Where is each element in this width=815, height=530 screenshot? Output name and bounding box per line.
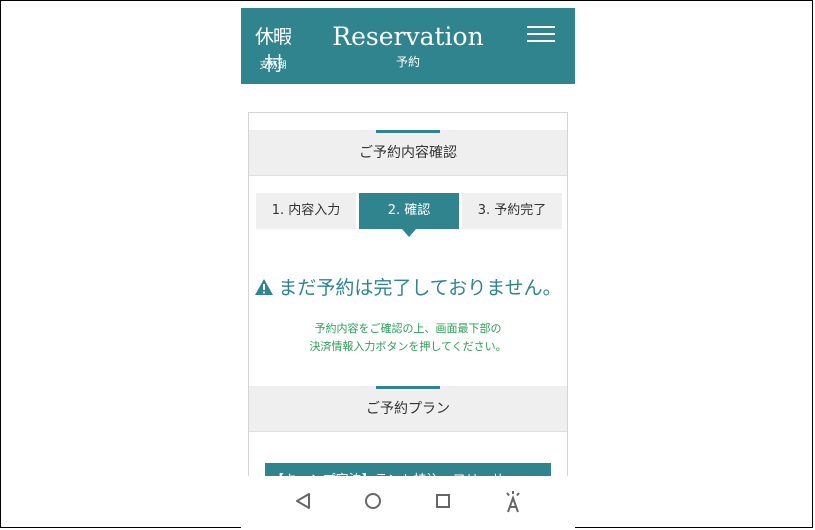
back-triangle-icon[interactable] — [290, 488, 316, 514]
accessibility-icon[interactable] — [500, 488, 526, 514]
step-complete: 3. 予約完了 — [462, 193, 562, 229]
site-header: 休暇村 支笏湖 Reservation 予約 — [241, 8, 575, 84]
note-line: 決済情報入力ボタンを押してください。 — [309, 340, 507, 353]
active-step-arrow — [402, 229, 416, 237]
page-subtitle: 予約 — [395, 55, 420, 69]
reservation-card: ご予約内容確認 1. 内容入力 2. 確認 3. 予約完了 まだ予約は完了してお… — [248, 112, 568, 499]
warning-text: まだ予約は完了しておりません。 — [278, 277, 562, 299]
note-line: 予約内容をご確認の上、画面最下部の — [314, 322, 502, 335]
step-input: 1. 内容入力 — [256, 193, 356, 229]
section-accent-line — [376, 386, 440, 389]
android-nav-bar — [241, 476, 575, 530]
section-accent-line — [376, 130, 440, 133]
step-label: 3. 予約完了 — [477, 203, 547, 218]
logo-subtext: 支笏湖 — [259, 61, 287, 71]
recents-square-icon[interactable] — [430, 488, 456, 514]
plan-section-header: ご予約プラン — [249, 386, 567, 432]
step-confirm: 2. 確認 — [359, 193, 459, 237]
home-circle-icon[interactable] — [360, 488, 386, 514]
confirm-section-title: ご予約内容確認 — [359, 145, 457, 161]
page-title: Reservation — [332, 22, 484, 51]
warning-note: 予約内容をご確認の上、画面最下部の 決済情報入力ボタンを押してください。 — [249, 320, 567, 356]
phone-screen: 休暇村 支笏湖 Reservation 予約 ご予約内容確認 1. 内容入力 2… — [241, 8, 575, 530]
step-indicator: 1. 内容入力 2. 確認 3. 予約完了 — [256, 193, 562, 237]
step-label: 2. 確認 — [387, 203, 431, 218]
warning-triangle-icon — [254, 278, 274, 301]
confirm-section-header: ご予約内容確認 — [249, 130, 567, 176]
warning-message: まだ予約は完了しておりません。 — [249, 273, 567, 301]
plan-section-title: ご予約プラン — [366, 401, 450, 417]
hamburger-menu-icon[interactable] — [527, 24, 557, 44]
step-label: 1. 内容入力 — [271, 203, 341, 218]
